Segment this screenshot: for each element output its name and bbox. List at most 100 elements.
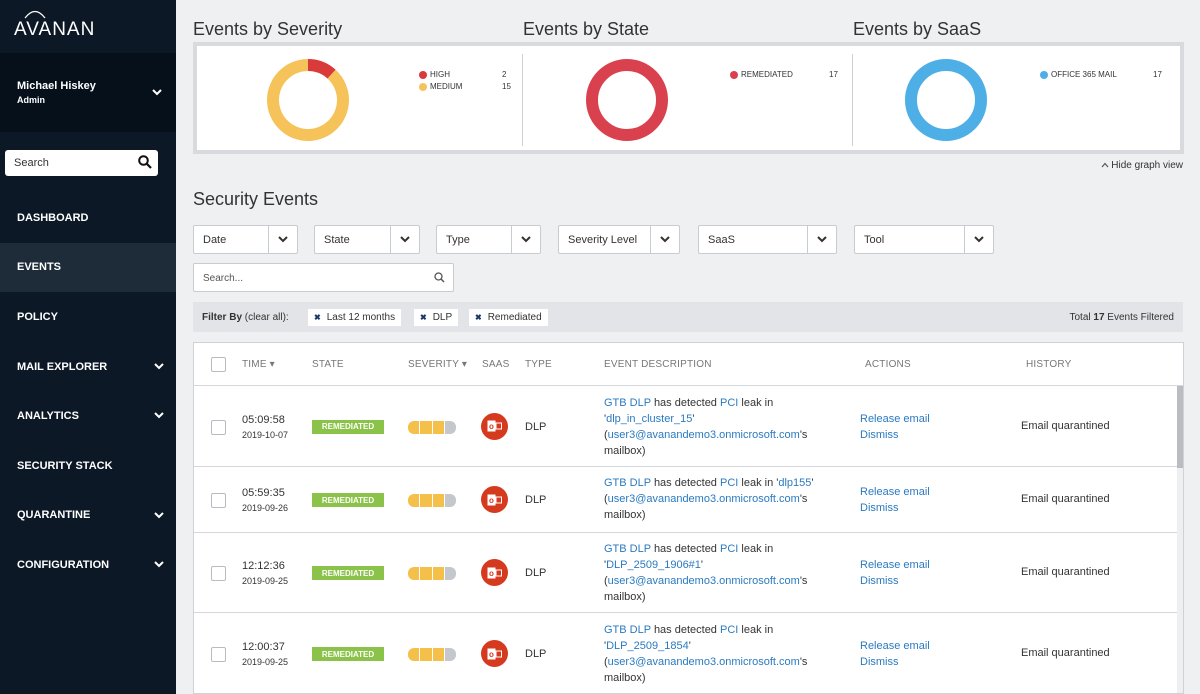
dropdown-toggle[interactable] — [650, 226, 679, 253]
legend-entry[interactable]: MEDIUM — [419, 82, 462, 91]
chevron-down-icon[interactable] — [154, 410, 164, 422]
state-badge: REMEDIATED — [312, 493, 384, 507]
header-severity[interactable]: SEVERITY ▾ — [408, 359, 467, 370]
filter-chip[interactable]: ✖ DLP — [414, 309, 459, 326]
mailbox-user-link[interactable]: user3@avanandemo3.onmicrosoft.com — [608, 656, 800, 668]
remove-icon[interactable]: ✖ — [314, 313, 321, 322]
filter-dropdown-saas[interactable]: SaaS — [698, 225, 837, 254]
search-icon[interactable] — [434, 272, 445, 283]
sidebar-item-security-stack[interactable]: SECURITY STACK — [0, 441, 176, 491]
legend-entry[interactable]: OFFICE 365 MAIL — [1040, 70, 1117, 79]
remove-icon[interactable]: ✖ — [420, 313, 427, 322]
event-description: GTB DLP has detected PCI leak in 'DLP_25… — [604, 622, 834, 686]
remove-icon[interactable]: ✖ — [475, 313, 482, 322]
row-checkbox[interactable] — [211, 566, 226, 581]
active-filter-bar: Filter By (clear all): ✖ Last 12 months ✖ D… — [193, 302, 1183, 332]
filter-chip[interactable]: ✖ Last 12 months — [308, 309, 402, 326]
event-date: 2019-09-25 — [242, 576, 289, 586]
brand-logo[interactable]: AVANAN — [0, 0, 176, 53]
row-checkbox[interactable] — [211, 419, 226, 435]
filter-dropdown-severity-level[interactable]: Severity Level — [558, 225, 680, 254]
mailbox-user-link[interactable]: user3@avanandemo3.onmicrosoft.com — [608, 575, 800, 587]
filter-dropdown-type[interactable]: Type — [436, 225, 541, 254]
release-email-link[interactable]: Release email — [860, 411, 930, 427]
chevron-down-icon[interactable] — [154, 361, 164, 373]
dropdown-toggle[interactable] — [964, 226, 993, 253]
outlook-glyph: o — [487, 494, 502, 505]
filter-dropdown-tool[interactable]: Tool — [854, 225, 994, 254]
charts-panel: HIGH 2 MEDIUM 15 REMEDIATED 17 OFFICE 365 MA… — [193, 42, 1184, 154]
scrollbar-thumb[interactable] — [1177, 386, 1183, 468]
dropdown-toggle[interactable] — [390, 226, 419, 253]
row-checkbox[interactable] — [211, 493, 226, 508]
leak-type-link[interactable]: PCI — [720, 397, 738, 409]
filter-dropdown-date[interactable]: Date — [193, 225, 298, 254]
chevron-down-icon[interactable] — [154, 510, 164, 522]
leak-object-link[interactable]: dlp155 — [778, 477, 811, 489]
outlook-glyph: o — [487, 420, 502, 432]
severity-segment — [408, 567, 420, 580]
event-date: 2019-10-07 — [242, 429, 289, 440]
dropdown-toggle[interactable] — [807, 226, 836, 253]
filter-dropdown-label: Severity Level — [568, 234, 638, 246]
select-all-checkbox[interactable] — [211, 357, 226, 372]
dismiss-link[interactable]: Dismiss — [860, 573, 930, 589]
row-checkbox[interactable] — [211, 647, 226, 662]
table-row[interactable]: 05:59:35 2019-09-26 REMEDIATED o DLP GTB DLP … — [194, 467, 1177, 533]
desc-text: leak in — [741, 624, 774, 636]
release-email-link[interactable]: Release email — [860, 557, 930, 573]
dismiss-link[interactable]: Dismiss — [860, 427, 930, 443]
desc-text: has detected — [653, 624, 717, 636]
sidebar-item-dashboard[interactable]: DASHBOARD — [0, 193, 176, 243]
release-email-link[interactable]: Release email — [860, 484, 930, 500]
release-email-link[interactable]: Release email — [860, 638, 930, 654]
header-time[interactable]: TIME ▾ — [242, 359, 275, 370]
sidebar-search-input[interactable]: Search — [5, 150, 158, 176]
sort-down-icon: ▾ — [269, 359, 275, 370]
filter-chip[interactable]: ✖ Remediated — [469, 309, 548, 326]
dlp-tool-link[interactable]: GTB DLP — [604, 477, 651, 489]
sidebar-item-policy[interactable]: POLICY — [0, 292, 176, 342]
table-row[interactable]: 12:12:36 2019-09-25 REMEDIATED o DLP GTB DLP … — [194, 533, 1177, 613]
events-search-input[interactable]: Search... — [193, 263, 454, 292]
chevron-down-icon[interactable] — [154, 559, 164, 571]
search-icon[interactable] — [138, 155, 152, 169]
clear-all-link[interactable]: (clear all): — [245, 312, 289, 323]
chevron-down-icon[interactable] — [152, 89, 162, 96]
leak-object-link[interactable]: DLP_2509_1906#1 — [606, 559, 701, 571]
hide-graph-view-link[interactable]: Hide graph view — [1101, 160, 1183, 171]
leak-type-link[interactable]: PCI — [720, 477, 738, 489]
leak-object-link[interactable]: DLP_2509_1854 — [606, 640, 689, 652]
severity-segment — [444, 648, 456, 661]
user-menu[interactable]: Michael Hiskey Admin — [0, 53, 176, 132]
sidebar-item-mail-explorer[interactable]: MAIL EXPLORER — [0, 342, 176, 392]
legend-label: MEDIUM — [430, 82, 463, 91]
dlp-tool-link[interactable]: GTB DLP — [604, 397, 651, 409]
mailbox-user-link[interactable]: user3@avanandemo3.onmicrosoft.com — [608, 429, 800, 441]
dismiss-link[interactable]: Dismiss — [860, 500, 930, 516]
donut-slice[interactable] — [267, 59, 349, 141]
sidebar-item-events[interactable]: EVENTS — [0, 242, 176, 293]
event-history: Email quarantined — [1021, 419, 1110, 432]
leak-type-link[interactable]: PCI — [720, 543, 738, 555]
chevron-down-icon — [974, 236, 984, 243]
donut-slice[interactable] — [586, 59, 668, 141]
dlp-tool-link[interactable]: GTB DLP — [604, 543, 651, 555]
sidebar-item-quarantine[interactable]: QUARANTINE — [0, 491, 176, 541]
legend-entry[interactable]: HIGH — [419, 70, 450, 79]
mailbox-user-link[interactable]: user3@avanandemo3.onmicrosoft.com — [608, 493, 800, 505]
dropdown-toggle[interactable] — [268, 226, 297, 253]
dismiss-link[interactable]: Dismiss — [860, 654, 930, 670]
leak-type-link[interactable]: PCI — [720, 624, 738, 636]
filter-dropdown-state[interactable]: State — [314, 225, 420, 254]
sidebar-item-analytics[interactable]: ANALYTICS — [0, 391, 176, 441]
table-row[interactable]: 05:09:58 2019-10-07 REMEDIATED o DLP GTB DLP … — [194, 386, 1177, 467]
dropdown-toggle[interactable] — [511, 226, 540, 253]
table-row[interactable]: 12:00:37 2019-09-25 REMEDIATED o DLP GTB DLP … — [194, 613, 1177, 693]
table-scrollbar[interactable] — [1177, 386, 1183, 693]
legend-entry[interactable]: REMEDIATED — [730, 70, 793, 79]
leak-object-link[interactable]: dlp_in_cluster_15 — [606, 413, 692, 425]
sidebar-item-configuration[interactable]: CONFIGURATION — [0, 540, 176, 590]
donut-slice[interactable] — [905, 59, 987, 141]
dlp-tool-link[interactable]: GTB DLP — [604, 624, 651, 636]
